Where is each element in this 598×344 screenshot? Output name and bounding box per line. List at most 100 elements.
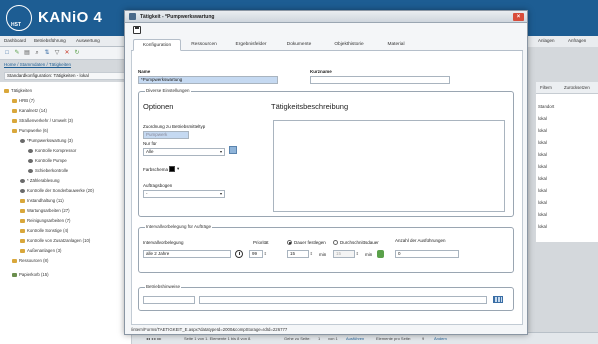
tree-item[interactable]: * Zählerablesung [20,178,60,183]
folder-icon [12,128,17,133]
table-cell: lokal [538,200,547,205]
filter-icon[interactable]: ▽ [54,50,60,56]
menu-betriebsfuehrung[interactable]: Betriebsführung [34,38,66,43]
tree-item[interactable]: Außenanlagen (3) [20,248,61,253]
menu-anlagen[interactable]: Anlagen [538,38,555,43]
name-input[interactable]: *Pumpwerkswartung [138,76,278,84]
chevron-down-icon: ▾ [219,191,222,196]
folder-icon [12,98,17,103]
new-icon[interactable]: □ [4,50,10,56]
gear-icon [28,158,33,163]
count-input[interactable]: 0 [395,250,459,258]
tab-material[interactable]: Material [379,39,413,51]
tree-item[interactable]: Kontrolle Kompressor [28,148,76,153]
dialog-titlebar[interactable]: Tätigkeit - *Pumpwerkswartung × [125,11,527,23]
filter-link[interactable]: Filtern [540,85,552,90]
tab-konfiguration[interactable]: Konfiguration [133,39,181,51]
right-table: Filtern Zurücksetzen Standort lokal loka… [536,82,598,242]
column-header[interactable]: Standort [538,104,554,109]
color-swatch[interactable] [169,166,175,172]
table-cell: lokal [538,224,547,229]
order-sheet-select[interactable]: - ▾ [143,190,225,198]
close-button[interactable]: × [513,13,524,21]
edit-icon[interactable]: ✎ [14,50,20,56]
clock-icon[interactable] [235,250,243,258]
table-cell: lokal [538,140,547,145]
color-dropdown-icon[interactable]: ▾ [177,166,179,172]
folder-icon [12,258,17,263]
tab-objekthistorie[interactable]: Objekthistorie [325,39,373,51]
assignment-input[interactable]: Pumpwerk [143,131,189,139]
reset-link[interactable]: Zurücksetzen [564,85,590,90]
breadcrumb[interactable]: Home / Stammdaten / Tätigkeiten [4,62,71,67]
tree-item[interactable]: Ressourcen (8) [12,258,48,263]
description-title: Tätigkeitsbeschreibung [271,102,349,111]
folder-icon [20,228,25,233]
priority-label: Priorität [253,240,269,245]
folder-icon [20,208,25,213]
only-for-select[interactable]: Alle ▾ [143,148,225,156]
tree-item[interactable]: Wartungsarbeiten (27) [20,208,70,213]
notes-input-1[interactable] [143,296,195,304]
tree-item[interactable]: Schieberkontrolle [28,168,68,173]
search-icon[interactable]: ⌕ [34,50,40,56]
gear-icon [20,188,25,193]
table-cell: lokal [538,212,547,217]
color-scheme-label: Farbschema [143,167,169,172]
tree-item[interactable]: HRB (7) [12,98,35,103]
duration-stepper[interactable]: 15 ⇕ [287,250,313,258]
activity-icon [129,13,136,20]
per-page-input[interactable]: 9 [422,336,424,341]
tree-item[interactable]: Kontrolle Pumpe [28,158,67,163]
delete-icon[interactable]: ✕ [64,50,70,56]
pager-nav-icon[interactable]: ◂◂ ◂ ▸ ▸▸ [146,336,161,341]
tree-item[interactable]: Kontrolle Sonstige (4) [20,228,68,233]
radio-average-label: Durchschnittsdauer [340,240,379,245]
menu-anfragen[interactable]: Anfragen [568,38,586,43]
stepper-arrows-icon[interactable]: ⇕ [264,251,267,257]
short-name-input[interactable] [310,76,450,84]
tree-item[interactable]: Pumpwerke (6) [12,128,48,133]
save-icon[interactable] [133,26,141,34]
notes-input-2[interactable] [199,296,487,304]
description-textarea[interactable] [273,120,505,212]
apply-button[interactable]: Ändern [434,336,447,341]
folder-icon [4,88,9,93]
calculator-icon[interactable] [377,250,384,258]
activity-dialog: Tätigkeit - *Pumpwerkswartung × Konfigur… [124,10,528,335]
tree-item[interactable]: Papierkorb (15) [12,272,49,277]
goto-page-input[interactable]: 1 [318,336,320,341]
calendar-icon[interactable] [229,146,237,154]
dialog-toolbar [125,23,527,37]
radio-average-duration[interactable] [333,240,338,245]
tab-dokumente[interactable]: Dokumente [279,39,319,51]
tree-item[interactable]: Kontrolle der Sonderbauwerke (20) [20,188,94,193]
status-url: /intern/Forms/TAETIGKEIT_E.aspx?datatype… [131,327,288,332]
stepper-arrows-icon[interactable]: ⇕ [310,251,313,257]
configuration-label: Standardkonfiguration: Tätigkeiten - lok… [4,72,132,80]
table-icon[interactable] [493,296,503,303]
refresh-icon[interactable]: ↻ [74,50,80,56]
tree-item[interactable]: Tätigkeiten [4,88,32,93]
gear-icon [20,138,25,143]
radio-fixed-duration[interactable] [287,240,292,245]
interval-group: Intervallvorbelegung für Aufträge Interv… [138,224,514,273]
print-icon[interactable]: ▤ [24,50,30,56]
tree-item[interactable]: Reinigungsarbeiten (7) [20,218,70,223]
tab-ressourcen[interactable]: Ressourcen [185,39,223,51]
dialog-tabs: Konfiguration Ressourcen Ergebnisfelder … [131,37,523,51]
menu-dashboard[interactable]: Dashboard [4,38,26,43]
tab-ergebnisfelder[interactable]: Ergebnisfelder [229,39,273,51]
tree-item[interactable]: Instandhaltung (11) [20,198,64,203]
execute-button[interactable]: Ausführen [346,336,364,341]
tree-item[interactable]: Straßenverkehr / Umwelt (3) [12,118,73,123]
tree-item[interactable]: Kontrolle von Zusatzanlagen (10) [20,238,90,243]
name-label: Name [138,69,151,74]
folder-icon [20,198,25,203]
priority-stepper[interactable]: 99 ⇕ [249,250,267,258]
move-icon[interactable]: ⇅ [44,50,50,56]
tree-item[interactable]: Kanalnetz (14) [12,108,47,113]
menu-auswertung[interactable]: Auswertung [76,38,100,43]
interval-select[interactable]: alle 2 Jahre [143,250,231,258]
tree-item[interactable]: *Pumpwerkswartung (3) [20,138,73,143]
